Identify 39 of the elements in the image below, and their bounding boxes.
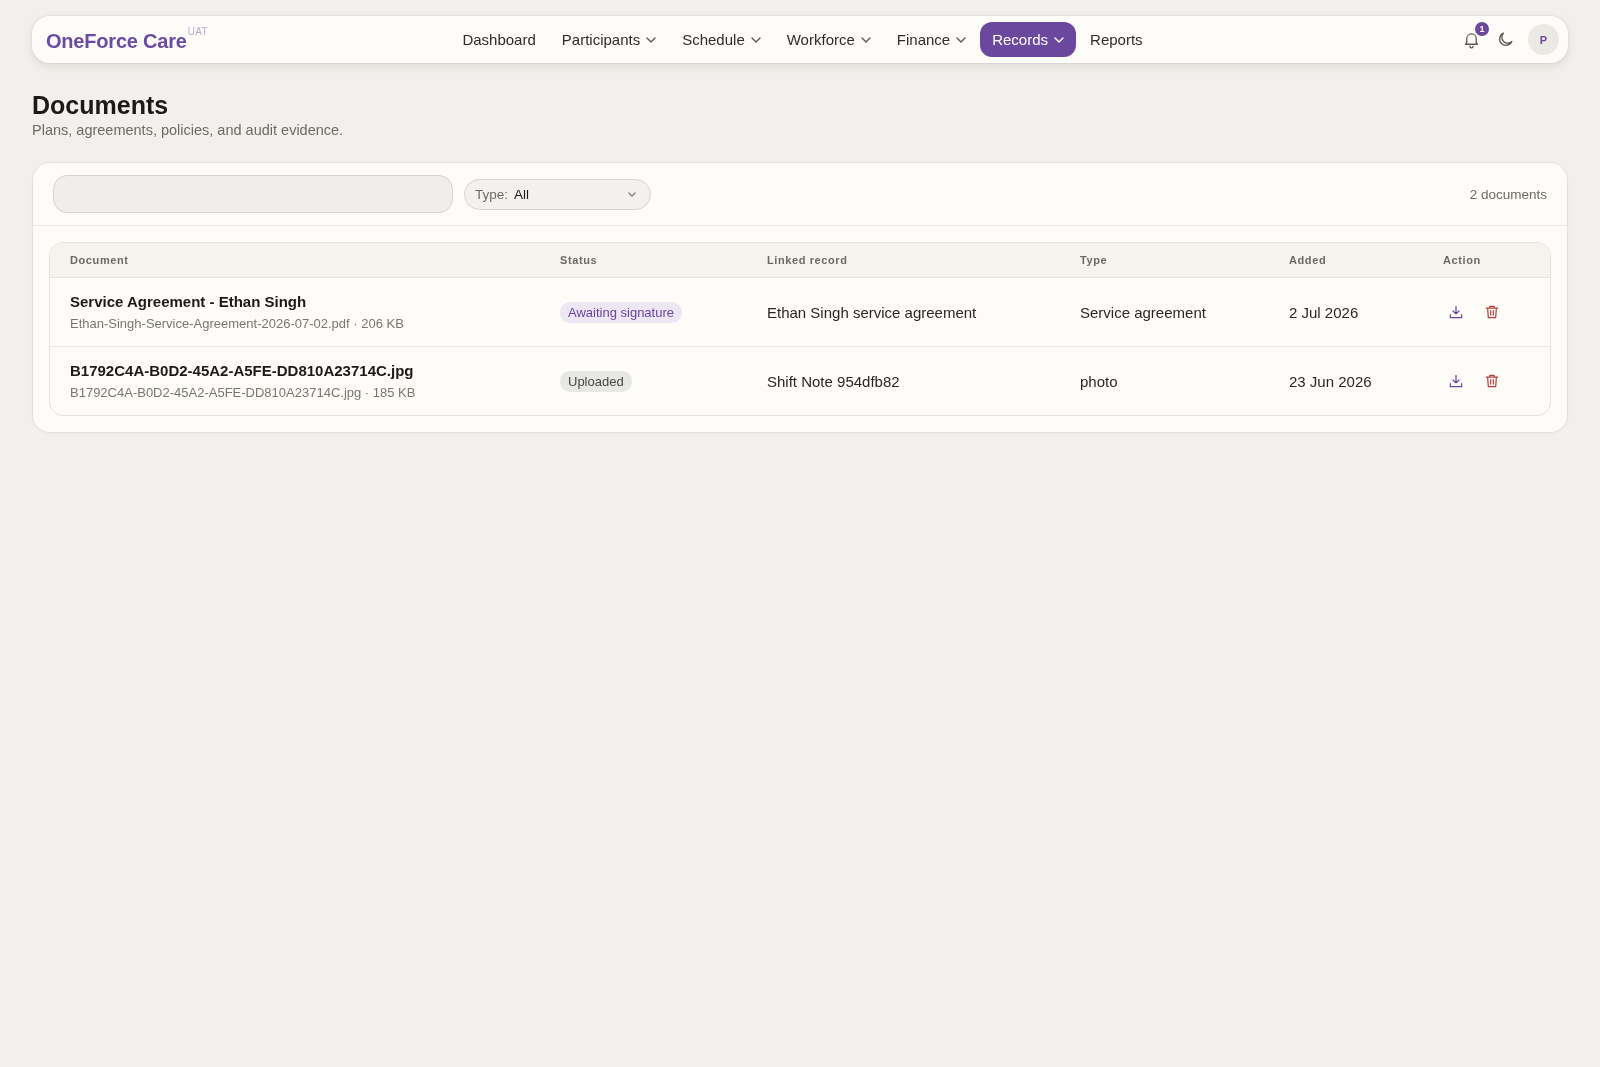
linked-record-cell-text: Shift Note 954dfb82 <box>767 372 901 390</box>
notification-count: 1 <box>1475 21 1489 36</box>
type-cell-text: photo <box>1080 372 1119 390</box>
download-icon <box>1449 305 1463 319</box>
status-tag: Uploaded <box>560 370 632 392</box>
download-icon <box>1449 374 1463 388</box>
app-logo[interactable]: OneForce Care <box>46 30 187 53</box>
trash-icon <box>1485 305 1499 319</box>
date-cell-text: 2 Jul 2026 <box>1289 303 1360 321</box>
document-name[interactable]: B1792C4A-B0D2-45A2-A5FE-DD810A23714C.jpg <box>70 362 414 379</box>
trash-icon <box>1485 374 1499 388</box>
search-field[interactable] <box>53 175 453 213</box>
chevron-down-icon <box>628 191 636 197</box>
nav-tab[interactable]: Dashboard <box>450 22 548 57</box>
environment-label: UAT <box>187 26 208 37</box>
status-tag: Awaiting signature <box>560 301 682 323</box>
linked-record-cell-text: Ethan Singh service agreement <box>767 303 978 321</box>
column-header: Document <box>70 254 130 266</box>
document-count: 2 documents <box>1469 186 1547 202</box>
user-avatar[interactable]: P <box>1528 24 1559 55</box>
column-header: Added <box>1289 254 1328 266</box>
column-header: Linked record <box>767 254 849 266</box>
nav-tab[interactable]: Workforce <box>774 22 883 57</box>
nav-tab[interactable]: Records <box>980 22 1077 57</box>
type-cell-text: Service agreement <box>1080 303 1207 321</box>
column-header: Status <box>560 254 599 266</box>
date-cell-text: 23 Jun 2026 <box>1289 372 1373 390</box>
type-filter-dropdown[interactable]: Type: All <box>464 178 651 210</box>
column-header: Action <box>1443 254 1482 266</box>
page-subtitle: Plans, agreements, policies, and audit evidence. <box>32 122 345 138</box>
nav-tab[interactable]: Finance <box>884 22 979 57</box>
nav-tab[interactable]: Schedule <box>670 22 773 57</box>
page-title: Documents <box>32 90 170 120</box>
nav-tab[interactable]: Reports <box>1078 22 1155 57</box>
column-header: Type <box>1080 254 1109 266</box>
nav-tab[interactable]: Participants <box>549 22 669 57</box>
file-details: B1792C4A-B0D2-45A2-A5FE-DD810A23714C.jpg · 185 KB <box>70 385 416 400</box>
document-name[interactable]: Service Agreement - Ethan Singh <box>70 293 307 310</box>
file-details: Ethan-Singh-Service-Agreement-2026-07-02.pdf · 206 KB <box>70 316 404 331</box>
